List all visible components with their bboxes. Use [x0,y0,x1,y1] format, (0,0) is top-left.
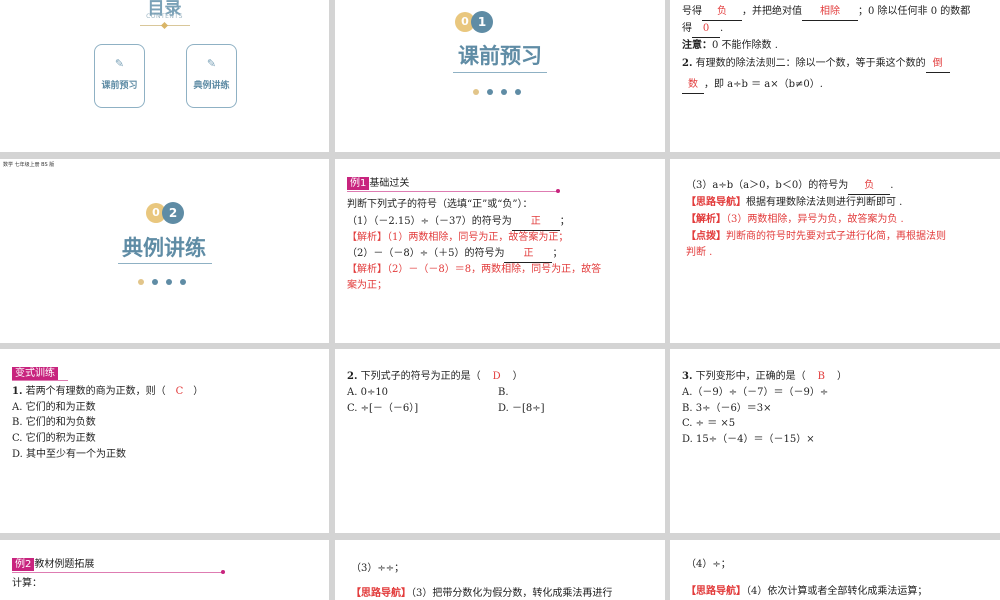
option-d[interactable]: D. 15÷（－4）＝（－15）× [682,432,815,448]
slide-example-2[interactable]: 例2 教材例题拓展 计算： [0,540,329,600]
tag-underline [12,380,68,381]
answer-blank: 负 [702,4,742,21]
question-1: （1）（－2.15）÷（－37）的符号为正； [347,214,570,231]
section-underline [453,72,547,73]
option-c[interactable]: C. ÷ ＝ ×5 [682,416,735,432]
edit-icon: ✎ [206,57,217,70]
slide-question-3[interactable]: 3. 下列变形中，正确的是（ B） A.（－9）÷（－7）＝（－9）÷ B. 3÷… [670,349,1000,533]
toc-subtitle: CONTENTS [146,13,183,20]
question-text: 判断下列式子的符号（选填“正”或“负”）： [347,199,533,210]
option-b[interactable]: B. 它们的和为负数 [12,415,96,431]
decorative-dots [138,279,186,285]
pencil-icon: ✎ [114,57,125,70]
question-part-3: （3）÷÷； [351,563,405,574]
answer: D [492,371,501,382]
toc-card-label: 课前预习 [101,81,138,91]
answer-blank: 数 [682,77,704,94]
analysis-3: 【解析】（3）两数相除，异号为负，故答案为负 . [686,214,904,225]
option-a[interactable]: A.（－9）÷（－7）＝（－9）÷ [682,385,828,401]
tip-line-1: 【点拨】判断商的符号时先要对式子进行化简，再根据法则 [686,231,946,242]
hint-line: 【思路导航】（3）把带分数化为假分数，转化成乘法再进行 [351,588,613,599]
rule-line-4: 2. 有理数的除法法则二：除以一个数，等于乘这个数的倒 [682,56,950,73]
example-tag: 例2 [12,558,35,571]
slide-section-01[interactable]: 0 1 课前预习 [335,0,665,152]
option-d[interactable]: D. －[8÷] [498,401,545,417]
answer-blank: 正 [504,246,553,263]
diamond-icon [160,21,169,30]
example-tag-row: 例2 教材例题拓展 [12,557,94,573]
decorative-dots [473,89,521,95]
slide-example-2-part-4[interactable]: （4）÷； 【思路导航】（4）依次计算或者全部转化成乘法运算； [670,540,1000,600]
question-text: 计算： [12,578,42,589]
example-tag: 例1 [347,177,370,190]
question-1: 1. 若两个有理数的商为正数，则（ C） [12,386,204,397]
slide-section-02[interactable]: 数学 七年级上册 BS 版 0 2 典例讲练 [0,159,329,343]
question-3: （3）a÷b（a＞0，b＜0）的符号为负. [686,178,893,195]
option-a[interactable]: A. 它们的和为正数 [12,400,96,416]
analysis-1: 【解析】（1）两数相除，同号为正，故答案为正； [347,232,569,243]
tag-underline [12,572,222,573]
hint-line: 【思路导航】根据有理数除法法则进行判断即可 . [686,197,903,208]
option-b[interactable]: B. 3÷（－6）＝3× [682,401,772,417]
hint-line: 【思路导航】（4）依次计算或者全部转化成乘法运算； [686,586,928,597]
option-a[interactable]: A. 0÷10 [347,385,388,401]
section-title: 典例讲练 [122,236,206,260]
note-line: 注意：0 不能作除数 . [682,40,778,51]
option-b[interactable]: B. [498,385,509,401]
slide-question-2[interactable]: 2. 下列式子的符号为正的是（ D） A. 0÷10 B. C. ÷[－（－6）]… [335,349,665,533]
answer-blank: 倒 [925,56,950,73]
slide-header: 数学 七年级上册 BS 版 [3,162,55,168]
tag-dot [221,570,225,574]
slide-variant-training[interactable]: 变式训练 1. 若两个有理数的商为正数，则（ C） A. 它们的和为正数 B. 它… [0,349,329,533]
rule-line-5: 数，即 a÷b ＝ a×（b≠0）. [682,77,823,94]
answer-blank: 相除 [802,4,858,21]
analysis-2a: 【解析】（2）－（－8）＝8，两数相除，同号为正，故答 [347,264,602,275]
variant-tag: 变式训练 [12,367,58,380]
analysis-2b: 案为正； [347,280,387,291]
tag-dot [556,189,560,193]
tip-line-2: 判断 . [686,247,713,258]
answer-blank: 负 [848,178,891,195]
question-3: 3. 下列变形中，正确的是（ B） [682,371,847,382]
answer-blank: 0 [692,21,720,38]
answer: C [175,386,184,397]
section-number-badge: 0 1 [455,11,495,33]
question-2: （2）－（－8）÷（＋5）的符号为正； [347,246,562,263]
option-c[interactable]: C. ÷[－（－6）] [347,401,418,417]
slide-division-rules[interactable]: 号得负，并把绝对值 相除 ；0 除以任何非 0 的数都 得0. 注意：0 不能作除数… [670,0,1000,152]
slide-contents[interactable]: 目录 CONTENTS ✎ 课前预习 ✎ 典例讲练 [0,0,329,152]
section-underline [118,263,212,264]
toc-card-examples[interactable]: ✎ 典例讲练 [186,44,237,108]
option-c[interactable]: C. 它们的积为正数 [12,431,96,447]
section-number-badge: 0 2 [146,202,186,224]
answer-blank: 正 [511,214,560,231]
slide-example-1-continued[interactable]: （3）a÷b（a＞0，b＜0）的符号为负. 【思路导航】根据有理数除法法则进行判… [670,159,1000,343]
section-title: 课前预习 [458,44,542,68]
tag-underline [347,191,557,192]
toc-card-preview[interactable]: ✎ 课前预习 [94,44,145,108]
toc-card-label: 典例讲练 [193,81,230,91]
rule-line-1: 号得负，并把绝对值 相除 ；0 除以任何非 0 的数都 [682,4,970,21]
slide-example-1[interactable]: 例1 基础过关 判断下列式子的符号（选填“正”或“负”）： （1）（－2.15）÷… [335,159,665,343]
rule-line-2: 得0. [682,21,723,38]
option-d[interactable]: D. 其中至少有一个为正数 [12,447,126,463]
question-part-4: （4）÷； [686,559,731,570]
question-2: 2. 下列式子的符号为正的是（ D） [347,371,523,382]
slide-example-2-part-3[interactable]: （3）÷÷； 【思路导航】（3）把带分数化为假分数，转化成乘法再进行 [335,540,665,600]
answer: B [817,371,825,382]
example-tag-row: 例1 基础过关 [347,176,409,192]
